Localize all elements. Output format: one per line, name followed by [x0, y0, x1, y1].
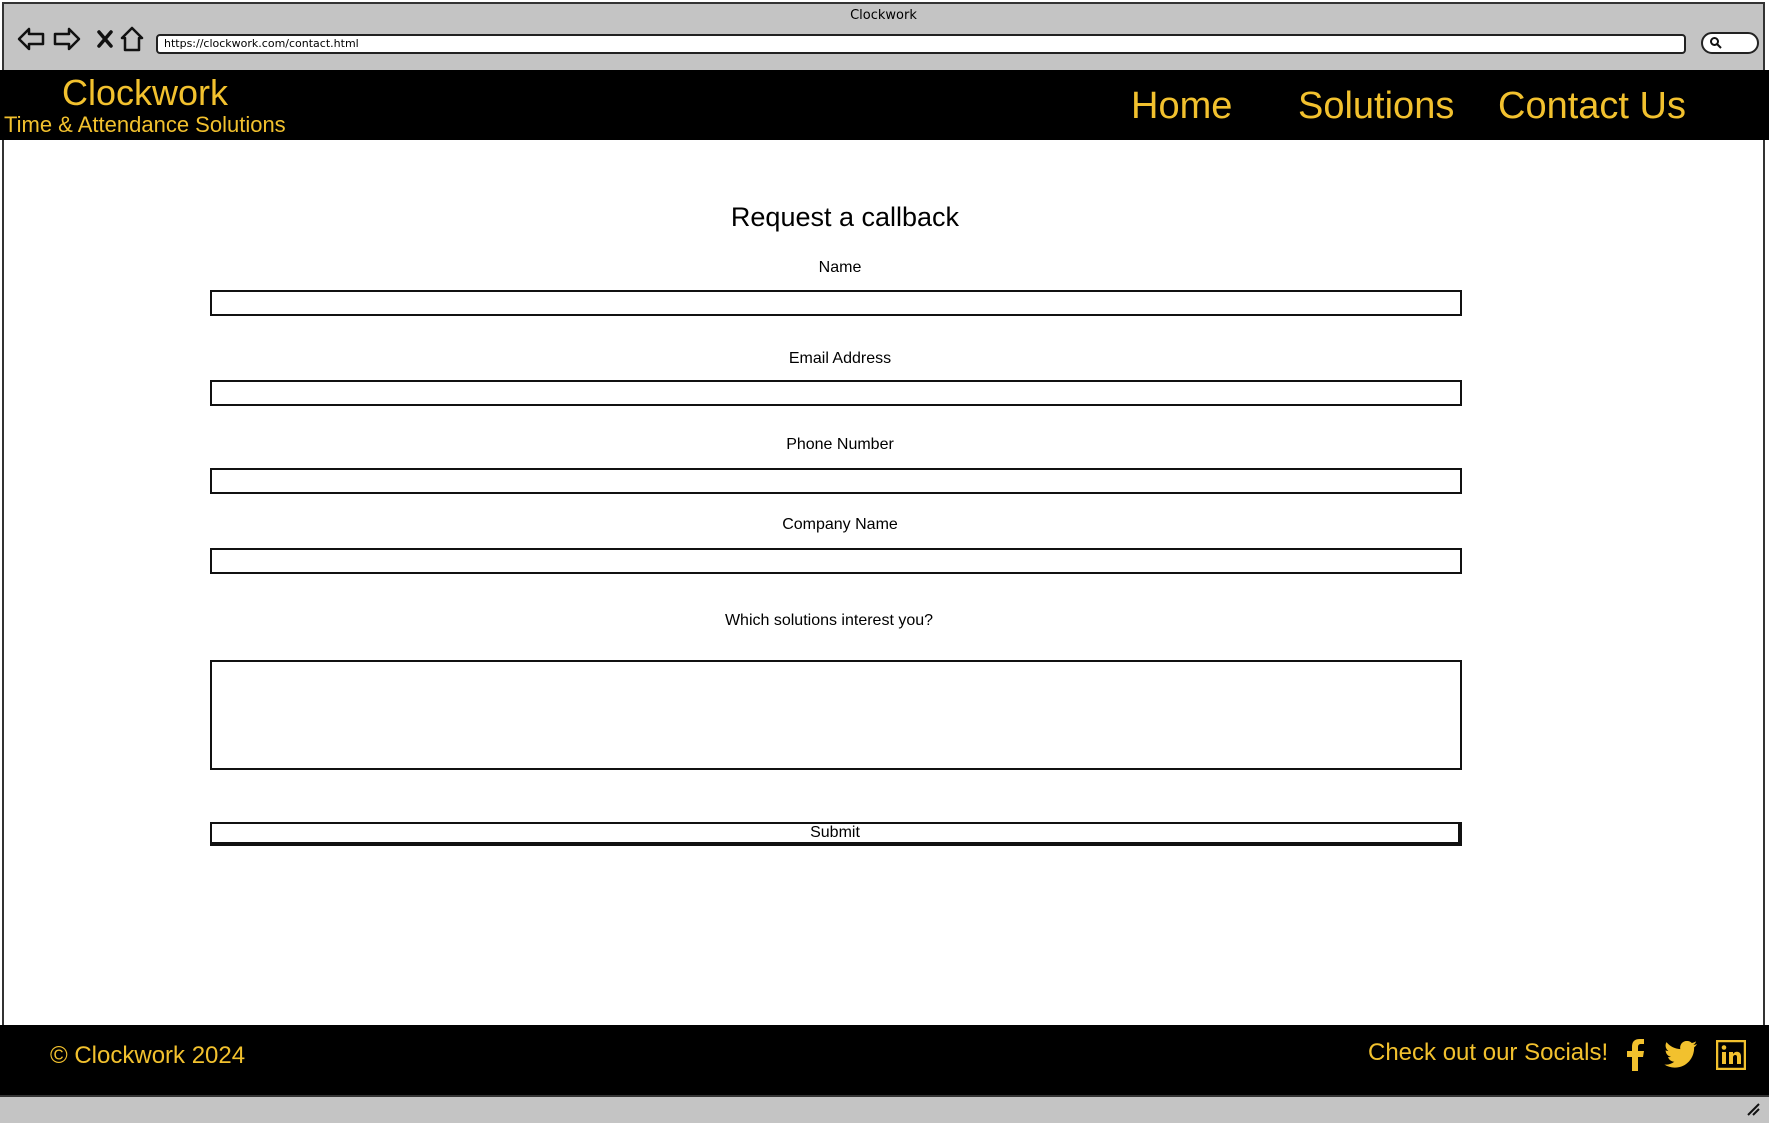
linkedin-link[interactable] [1714, 1038, 1748, 1072]
name-label: Name [818, 259, 862, 276]
page-title: Request a callback [730, 202, 960, 232]
email-field[interactable] [210, 380, 1462, 406]
back-button[interactable] [16, 24, 46, 54]
name-field[interactable] [210, 290, 1462, 316]
nav-contact-us[interactable]: Contact Us [1498, 84, 1686, 128]
browser-titlebar: Clockwork https://clockwork.com/contact.… [4, 4, 1763, 76]
company-field[interactable] [210, 548, 1462, 574]
forward-arrow-icon [53, 27, 81, 51]
forward-button[interactable] [52, 24, 82, 54]
home-icon [120, 26, 144, 52]
phone-field[interactable] [210, 468, 1462, 494]
facebook-link[interactable] [1618, 1038, 1652, 1072]
brand-logo-text[interactable]: Clockwork [62, 72, 228, 114]
brand-tagline: Time & Attendance Solutions [4, 112, 286, 137]
home-button[interactable] [117, 24, 147, 54]
linkedin-icon [1716, 1040, 1746, 1070]
search-icon [1710, 37, 1722, 49]
window-title: Clockwork [850, 8, 917, 23]
resize-grip-icon [1747, 1103, 1760, 1116]
copyright-text: © Clockwork 2024 [50, 1042, 246, 1069]
email-label: Email Address [788, 350, 892, 367]
nav-home[interactable]: Home [1131, 84, 1232, 128]
interest-textarea[interactable] [210, 660, 1462, 770]
interest-label: Which solutions interest you? [724, 612, 934, 629]
nav-solutions[interactable]: Solutions [1298, 84, 1454, 128]
back-arrow-icon [17, 27, 45, 51]
phone-label: Phone Number [786, 436, 894, 453]
browser-statusbar [0, 1095, 1769, 1123]
browser-search-button[interactable] [1701, 32, 1759, 54]
address-bar[interactable]: https://clockwork.com/contact.html [156, 34, 1686, 54]
twitter-link[interactable] [1664, 1038, 1698, 1072]
twitter-icon [1664, 1041, 1697, 1068]
stop-button[interactable] [90, 24, 120, 54]
facebook-icon [1627, 1039, 1644, 1071]
company-label: Company Name [782, 516, 898, 533]
submit-button[interactable]: Submit [210, 822, 1462, 846]
socials-label: Check out our Socials! [1368, 1039, 1609, 1066]
close-icon [97, 30, 113, 48]
